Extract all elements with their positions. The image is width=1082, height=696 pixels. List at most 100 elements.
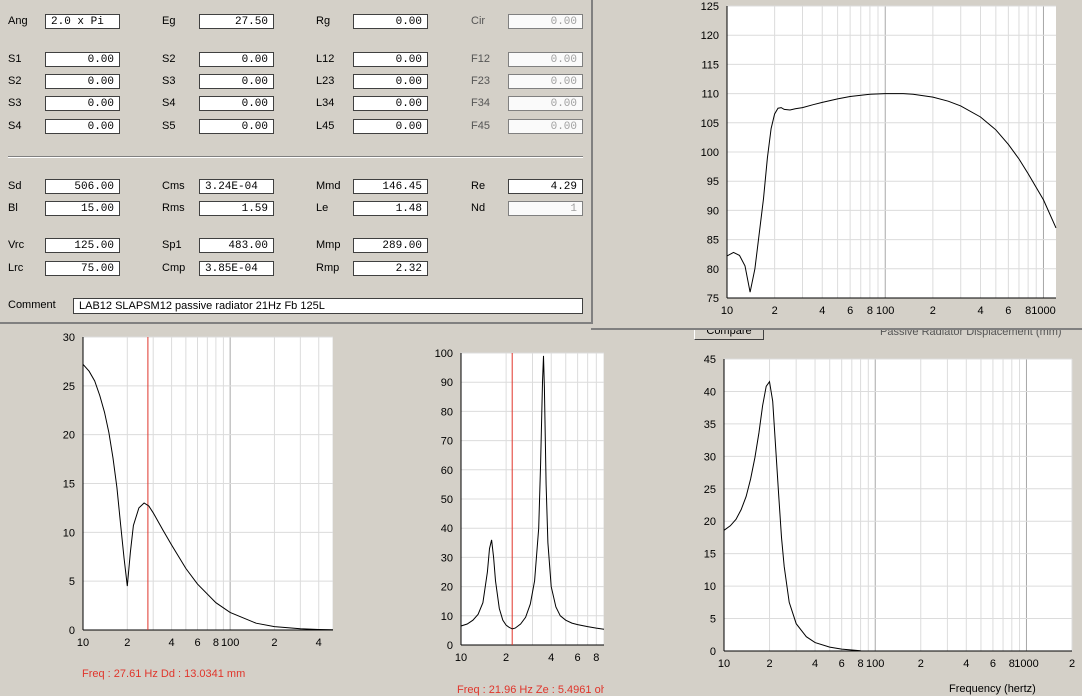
- y-tick-label: 5: [710, 614, 716, 626]
- sd-readout: Freq : 27.61 Hz Dd : 13.0341 mm: [82, 668, 246, 680]
- x-tick-label: 2: [124, 637, 130, 649]
- param-field-vrc[interactable]: 125.00: [45, 238, 120, 253]
- param-field-s1[interactable]: 0.00: [45, 52, 120, 67]
- param-field-rg[interactable]: 0.00: [353, 14, 428, 29]
- param-field-s3[interactable]: 0.00: [199, 74, 274, 89]
- param-field-le[interactable]: 1.48: [353, 201, 428, 216]
- param-label-l23: L23: [316, 75, 335, 87]
- y-tick-label: 10: [704, 581, 716, 593]
- y-tick-label: 90: [707, 205, 719, 217]
- param-field-lrc[interactable]: 75.00: [45, 261, 120, 276]
- y-tick-label: 110: [701, 89, 719, 101]
- x-tick-label: 4: [169, 637, 175, 649]
- param-field-cmp[interactable]: 3.85E-04: [199, 261, 274, 276]
- y-tick-label: 80: [707, 264, 719, 276]
- y-tick-label: 25: [63, 381, 75, 393]
- param-field-l23[interactable]: 0.00: [353, 74, 428, 89]
- param-field-eg[interactable]: 27.50: [199, 14, 274, 29]
- y-tick-label: 15: [63, 479, 75, 491]
- y-tick-label: 0: [447, 640, 453, 652]
- y-tick-label: 90: [441, 377, 453, 389]
- x-tick-label: 2: [772, 305, 778, 317]
- param-label-s3: S3: [162, 75, 176, 87]
- param-field-s3[interactable]: 0.00: [45, 96, 120, 111]
- y-tick-label: 105: [701, 118, 719, 130]
- y-tick-label: 40: [704, 386, 716, 398]
- x-tick-label: 8: [593, 652, 599, 664]
- param-label-s1: S1: [8, 53, 22, 65]
- spl-response-window: 75 80 85 90 95 100 105 110 115 120 125 10 2 4 6 8 100 2 4 6…: [591, 0, 1082, 330]
- y-tick-label: 10: [441, 611, 453, 623]
- x-tick-label: 10: [718, 658, 730, 670]
- param-field-f12: 0.00: [508, 52, 583, 67]
- y-tick-label: 100: [435, 348, 453, 360]
- x-tick-label: 2: [1069, 658, 1075, 670]
- pr-displacement-chart: 05101520253035404510 2 4 6 8 100 2 4 6 8 1000 2: [704, 354, 1075, 670]
- x-tick-label: 6: [575, 652, 581, 664]
- param-field-mmd[interactable]: 146.45: [353, 179, 428, 194]
- param-field-s4[interactable]: 0.00: [45, 119, 120, 134]
- x-tick-label: 100: [876, 305, 894, 317]
- param-label-cir: Cir: [471, 15, 486, 27]
- param-label-f34: F34: [471, 97, 490, 109]
- x-tick-label: 4: [819, 305, 825, 317]
- param-field-s5[interactable]: 0.00: [199, 119, 274, 134]
- y-tick-label: 70: [441, 436, 453, 448]
- x-tick-label: 2: [271, 637, 277, 649]
- comment-field[interactable]: LAB12 SLAPSM12 passive radiator 21Hz Fb …: [73, 298, 583, 314]
- x-tick-label: 6: [194, 637, 200, 649]
- param-label-cms: Cms: [162, 180, 185, 192]
- x-tick-label: 2: [503, 652, 509, 664]
- y-tick-label: 0: [69, 625, 75, 637]
- param-label-s4: S4: [162, 97, 176, 109]
- param-field-l12[interactable]: 0.00: [353, 52, 428, 67]
- param-field-f34: 0.00: [508, 96, 583, 111]
- param-field-rmp[interactable]: 2.32: [353, 261, 428, 276]
- param-label-l34: L34: [316, 97, 335, 109]
- param-field-mmp[interactable]: 289.00: [353, 238, 428, 253]
- param-field-l34[interactable]: 0.00: [353, 96, 428, 111]
- param-field-cms[interactable]: 3.24E-04: [199, 179, 274, 194]
- param-label-mmp: Mmp: [316, 239, 341, 251]
- x-tick-label: 100: [221, 637, 239, 649]
- x-tick-label: 8: [867, 305, 873, 317]
- x-tick-label: 4: [548, 652, 554, 664]
- param-label-re: Re: [471, 180, 486, 192]
- y-tick-label: 45: [704, 354, 716, 366]
- param-field-l45[interactable]: 0.00: [353, 119, 428, 134]
- param-label-sp1: Sp1: [162, 239, 182, 251]
- param-label-f23: F23: [471, 75, 490, 87]
- param-label-l12: L12: [316, 53, 335, 65]
- param-label-sd: Sd: [8, 180, 22, 192]
- param-field-sp1[interactable]: 483.00: [199, 238, 274, 253]
- param-label-mmd: Mmd: [316, 180, 341, 192]
- y-tick-label: 75: [707, 293, 719, 305]
- x-tick-label: 2: [930, 305, 936, 317]
- param-label-lrc: Lrc: [8, 262, 24, 274]
- param-field-nd: 1: [508, 201, 583, 216]
- param-label-s2: S2: [162, 53, 176, 65]
- x-tick-label: 6: [847, 305, 853, 317]
- param-label-eg: Eg: [162, 15, 176, 27]
- param-field-s2[interactable]: 0.00: [199, 52, 274, 67]
- y-tick-label: 20: [441, 582, 453, 594]
- x-tick-label: 4: [977, 305, 983, 317]
- spl-chart: 758085909510010511011512012510 2 4 6 8 100 2 4 6…: [701, 1, 1057, 317]
- param-field-s4[interactable]: 0.00: [199, 96, 274, 111]
- param-field-rms[interactable]: 1.59: [199, 201, 274, 216]
- y-tick-label: 60: [441, 465, 453, 477]
- param-field-bl[interactable]: 15.00: [45, 201, 120, 216]
- param-field-re[interactable]: 4.29: [508, 179, 583, 194]
- x-tick-label: 6: [839, 658, 845, 670]
- param-field-sd[interactable]: 506.00: [45, 179, 120, 194]
- y-tick-label: 100: [701, 147, 719, 159]
- x-axis-label: Frequency (hertz): [949, 683, 1036, 695]
- ze-readout: Freq : 21.96 Hz Ze : 5.4961 ohm: [457, 684, 604, 696]
- param-field-s2[interactable]: 0.00: [45, 74, 120, 89]
- y-tick-label: 95: [707, 176, 719, 188]
- param-label-s2: S2: [8, 75, 22, 87]
- param-field-ang[interactable]: 2.0 x Pi: [45, 14, 120, 29]
- param-label-rg: Rg: [316, 15, 331, 27]
- section-divider: [8, 156, 583, 158]
- param-label-rmp: Rmp: [316, 262, 340, 274]
